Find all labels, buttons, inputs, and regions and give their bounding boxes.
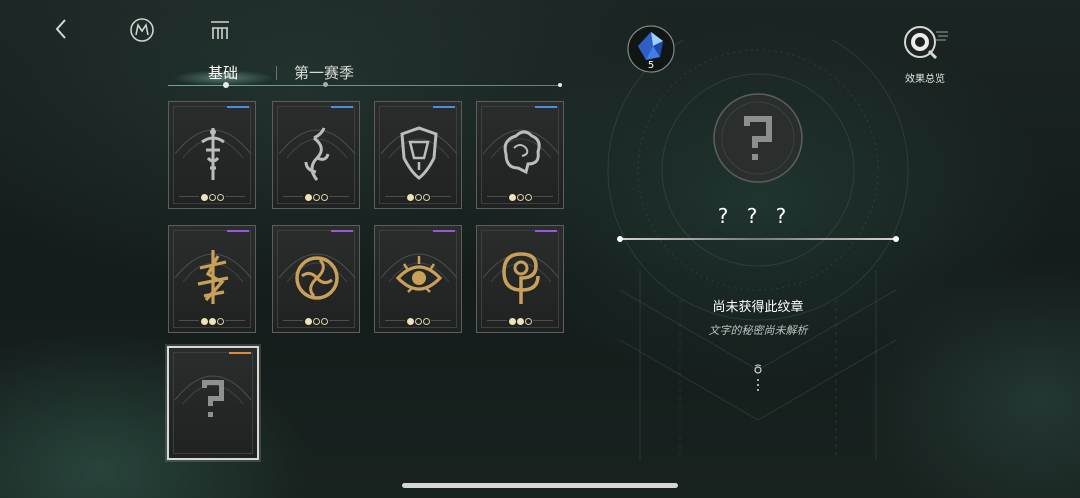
tab-basic[interactable]: 基础	[208, 62, 238, 83]
detail-emblem	[712, 92, 804, 184]
level-pip	[414, 317, 422, 325]
level-pip	[208, 193, 216, 201]
detail-divider	[620, 238, 896, 240]
level-pip	[200, 317, 208, 325]
level-pip	[508, 317, 516, 325]
level-pip	[216, 193, 224, 201]
level-pips	[375, 192, 461, 202]
m-logo-icon	[130, 18, 154, 42]
scroll-hint-icon	[752, 364, 764, 392]
divider-dot	[893, 236, 899, 242]
level-pip	[216, 317, 224, 325]
tab-indicator-dot	[323, 82, 328, 87]
level-pip	[312, 317, 320, 325]
rarity-bar	[331, 106, 353, 108]
tab-indicator-dot	[223, 82, 229, 88]
badge-card-vine-emblem[interactable]	[272, 101, 360, 209]
level-pip	[414, 193, 422, 201]
back-button[interactable]	[48, 16, 74, 42]
level-pips	[375, 316, 461, 326]
bookmark-list-icon	[211, 21, 229, 39]
level-pip	[304, 317, 312, 325]
level-pip	[524, 317, 532, 325]
rarity-bar	[535, 230, 557, 232]
badge-card-thorn-emblem[interactable]	[168, 225, 256, 333]
rarity-bar	[331, 230, 353, 232]
level-pip	[516, 317, 524, 325]
level-pip	[406, 193, 414, 201]
level-pips	[273, 192, 359, 202]
rarity-bar	[227, 106, 249, 108]
shield-emblem-icon	[400, 126, 438, 180]
tab-divider	[276, 66, 277, 80]
level-pip	[508, 193, 516, 201]
rarity-bar	[433, 106, 455, 108]
level-pip	[422, 317, 430, 325]
badge-card-shield-emblem[interactable]	[374, 101, 462, 209]
rarity-bar	[433, 230, 455, 232]
level-pip	[200, 193, 208, 201]
category-tabs: 基础 第一赛季	[168, 60, 562, 90]
effects-overview-button[interactable]	[900, 20, 950, 70]
level-pip	[208, 317, 216, 325]
brain-emblem-icon	[503, 130, 541, 175]
level-pips	[273, 316, 359, 326]
list-button[interactable]	[206, 16, 234, 44]
menu-m-button[interactable]	[128, 16, 156, 44]
badge-card-spiral-emblem[interactable]	[476, 225, 564, 333]
vortex-emblem-icon	[295, 256, 339, 300]
sword-emblem-icon	[201, 128, 225, 180]
currency-count: 5	[647, 60, 655, 71]
level-pips	[477, 192, 563, 202]
rarity-bar	[535, 106, 557, 108]
level-pip	[320, 317, 328, 325]
level-pips	[169, 192, 255, 202]
tab-season-one[interactable]: 第一赛季	[294, 62, 354, 83]
badge-card-brain-emblem[interactable]	[476, 101, 564, 209]
level-pips	[477, 316, 563, 326]
level-pip	[320, 193, 328, 201]
badge-card-vortex-emblem[interactable]	[272, 225, 360, 333]
effects-overview-label: 效果总览	[905, 74, 945, 85]
spiral-emblem-icon	[502, 252, 540, 304]
detail-description: 文字的秘密尚未解析	[708, 324, 808, 337]
badge-card-sword-emblem[interactable]	[168, 101, 256, 209]
divider-dot	[617, 236, 623, 242]
detail-status: 尚未获得此纹章	[712, 300, 804, 315]
magnifier-icon	[904, 26, 948, 60]
badge-card-unknown-emblem[interactable]	[167, 346, 259, 460]
rarity-bar	[227, 230, 249, 232]
rarity-bar	[229, 352, 251, 354]
level-pip	[312, 193, 320, 201]
chevron-left-icon	[55, 19, 66, 39]
vine-emblem-icon	[304, 127, 330, 181]
level-pip	[524, 193, 532, 201]
unknown-emblem-icon	[202, 380, 224, 417]
tab-end-dot	[558, 83, 562, 87]
level-pips	[169, 316, 255, 326]
badge-card-eye-emblem[interactable]	[374, 225, 462, 333]
home-indicator	[402, 483, 678, 488]
detail-title: ? ? ?	[717, 204, 793, 228]
level-pip	[406, 317, 414, 325]
eye-emblem-icon	[395, 256, 443, 293]
level-pip	[516, 193, 524, 201]
level-pip	[304, 193, 312, 201]
thorn-emblem-icon	[197, 250, 229, 304]
level-pip	[422, 193, 430, 201]
